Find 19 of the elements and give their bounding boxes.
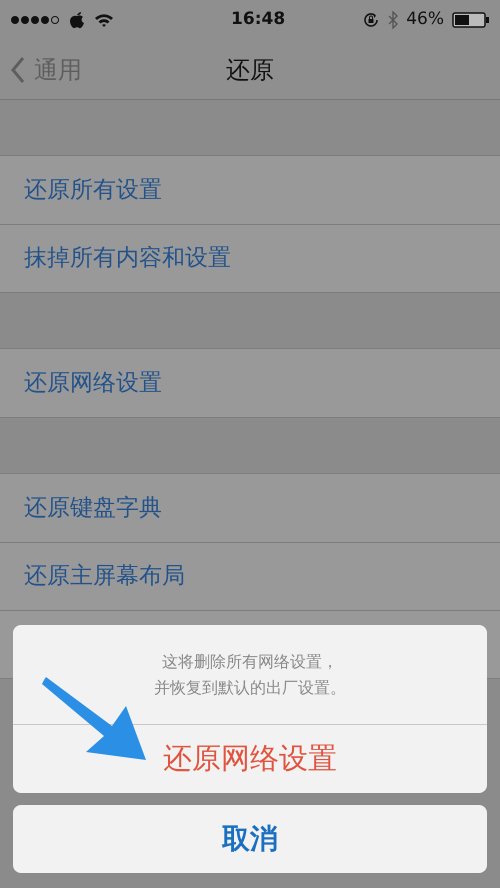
battery-percentage: 46% bbox=[406, 8, 444, 32]
settings-row[interactable]: 还原主屏幕布局 bbox=[0, 542, 500, 610]
nav-title: 还原 bbox=[226, 54, 274, 86]
settings-row[interactable]: 抹掉所有内容和设置 bbox=[0, 224, 500, 292]
settings-row[interactable]: 还原网络设置 bbox=[0, 349, 500, 417]
bluetooth-icon bbox=[388, 11, 398, 29]
battery-icon bbox=[452, 12, 490, 28]
reset-network-button[interactable]: 还原网络设置 bbox=[13, 725, 487, 793]
sheet-message: 这将删除所有网络设置， bbox=[162, 650, 338, 672]
wifi-icon bbox=[94, 13, 114, 27]
cancel-button[interactable]: 取消 bbox=[13, 805, 487, 873]
settings-row[interactable]: 还原键盘字典 bbox=[0, 474, 500, 542]
apple-icon bbox=[68, 10, 86, 30]
signal-icon bbox=[10, 15, 60, 25]
chevron-left-icon bbox=[10, 56, 26, 84]
rotation-lock-icon bbox=[362, 11, 380, 29]
clock-time: 16:48 bbox=[231, 8, 286, 32]
sheet-message: 并恢复到默认的出厂设置。 bbox=[154, 676, 346, 698]
settings-row[interactable]: 还原所有设置 bbox=[0, 156, 500, 224]
